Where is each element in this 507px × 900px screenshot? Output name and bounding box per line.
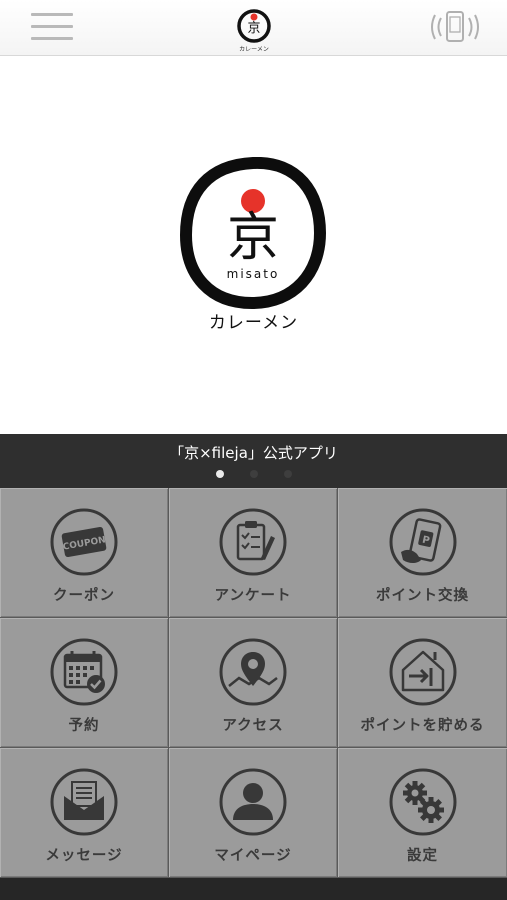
menu-message-button[interactable]: メッセージ — [0, 748, 168, 877]
menu-mypage-label: マイページ — [214, 848, 292, 864]
menu-message-label: メッセージ — [45, 848, 123, 864]
user-profile-icon — [219, 768, 287, 836]
page-dot-2[interactable] — [249, 470, 258, 478]
map-pin-icon — [219, 638, 287, 706]
menu-coupon-label: クーポン — [53, 588, 115, 604]
menu-access-label: アクセス — [222, 718, 284, 734]
app-header: 京 カレーメン — [0, 0, 507, 56]
header-logo[interactable]: 京 カレーメン — [233, 7, 275, 53]
menu-survey-label: アンケート — [214, 588, 292, 604]
menu-access-button[interactable]: アクセス — [169, 618, 337, 747]
menu-point-collect-button[interactable]: ポイントを貯める — [338, 618, 507, 747]
app-banner: 「京×fileja」公式アプリ — [0, 434, 507, 488]
menu-reservation-button[interactable]: 予約 — [0, 618, 168, 747]
menu-point-collect-label: ポイントを貯める — [360, 718, 485, 734]
hero-logo-char: 京 — [227, 208, 279, 268]
menu-settings-button[interactable]: 設定 — [338, 748, 507, 877]
menu-reservation-label: 予約 — [68, 718, 100, 734]
page-indicator — [0, 470, 507, 478]
nfc-phone-icon[interactable] — [429, 10, 481, 44]
hero-subtitle: カレーメン — [208, 313, 299, 333]
header-logo-text: カレーメン — [239, 46, 269, 53]
point-exchange-phone-icon: P — [389, 508, 456, 576]
hamburger-menu-icon[interactable] — [31, 11, 73, 43]
kyo-misato-logo: 京 misato — [180, 157, 326, 309]
survey-clipboard-icon — [219, 508, 287, 576]
menu-coupon-button[interactable]: COUPON クーポン — [0, 488, 168, 617]
page-dot-1[interactable] — [215, 470, 224, 478]
calendar-check-icon — [50, 638, 118, 706]
settings-gears-icon — [389, 768, 456, 836]
menu-point-exchange-button[interactable]: P ポイント交換 — [338, 488, 507, 617]
menu-grid: COUPON クーポン アンケート P ポイント交換 予約 アクセス ポイントを… — [0, 488, 507, 878]
banner-title: 「京×fileja」公式アプリ — [169, 444, 338, 462]
message-envelope-icon — [50, 768, 118, 836]
page-dot-3[interactable] — [283, 470, 292, 478]
bottom-bar — [0, 878, 507, 900]
hero-area: 京 misato カレーメン — [0, 56, 507, 434]
menu-point-exchange-label: ポイント交換 — [376, 588, 469, 604]
menu-survey-button[interactable]: アンケート — [169, 488, 337, 617]
menu-mypage-button[interactable]: マイページ — [169, 748, 337, 877]
point-collect-house-icon — [389, 638, 456, 706]
hero-logo-sub: misato — [227, 267, 280, 281]
coupon-icon: COUPON — [50, 508, 118, 576]
menu-settings-label: 設定 — [407, 848, 438, 864]
header-logo-char: 京 — [247, 21, 260, 36]
